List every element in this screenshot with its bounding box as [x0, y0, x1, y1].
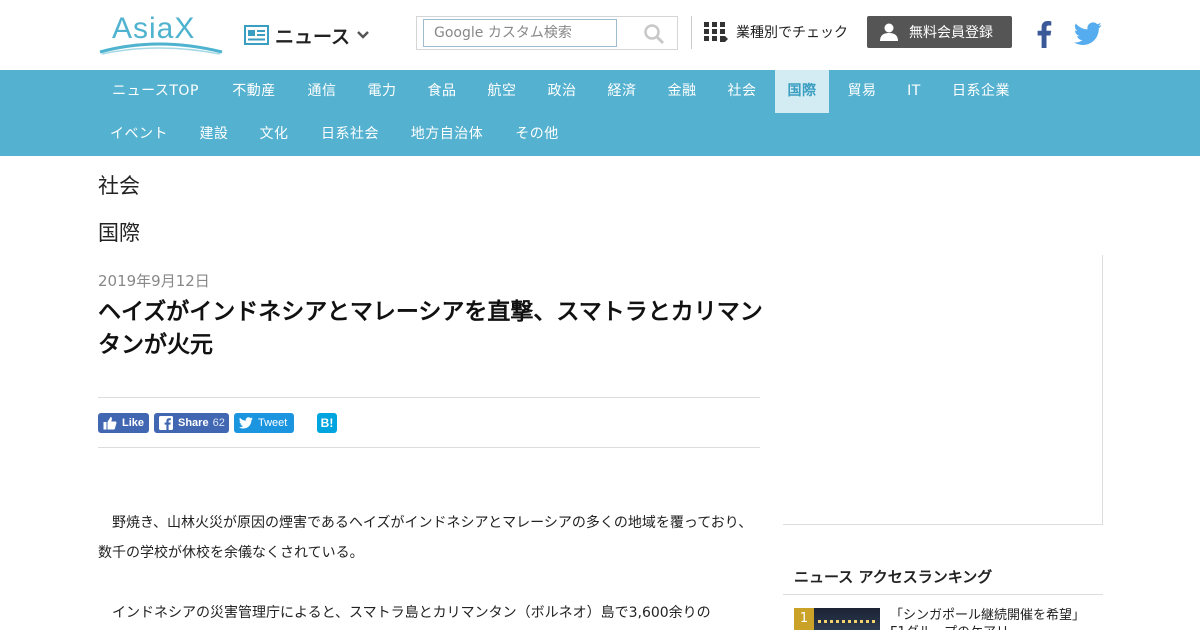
chevron-down-icon — [357, 31, 369, 39]
nav-item-power[interactable]: 電力 — [355, 70, 409, 113]
nav-item-politics[interactable]: 政治 — [535, 70, 589, 113]
register-button[interactable]: 無料会員登録 — [867, 16, 1012, 48]
hatena-bookmark-button[interactable]: B! — [317, 413, 337, 433]
category-nav: ニュースTOP 不動産 通信 電力 食品 航空 政治 経済 金融 社会 国際 貿… — [0, 70, 1200, 156]
facebook-like-button[interactable]: Like — [98, 413, 149, 433]
facebook-share-button[interactable]: Share 62 — [154, 413, 229, 433]
nav-item-international[interactable]: 国際 — [775, 70, 829, 113]
ranking-header: ニュース アクセスランキング — [783, 556, 1103, 595]
twitter-icon[interactable] — [1074, 22, 1102, 46]
tweet-button[interactable]: Tweet — [234, 413, 294, 433]
nav-item-events[interactable]: イベント — [98, 113, 180, 156]
search-input[interactable] — [423, 19, 617, 47]
nav-item-local-government[interactable]: 地方自治体 — [398, 113, 496, 156]
nav-item-japanese-companies[interactable]: 日系企業 — [941, 70, 1021, 113]
newspaper-icon — [244, 25, 269, 45]
share-divider-bottom — [98, 447, 760, 448]
category-label-international[interactable]: 国際 — [98, 217, 140, 247]
news-menu-dropdown[interactable]: ニュース — [244, 20, 370, 50]
search-icon[interactable] — [643, 23, 665, 45]
ranking-title: ニュース アクセスランキング — [794, 568, 993, 586]
facebook-square-icon — [159, 416, 173, 430]
nav-item-news-top[interactable]: ニュースTOP — [98, 70, 213, 113]
nav-item-culture[interactable]: 文化 — [247, 113, 301, 156]
share-count: 62 — [212, 417, 225, 429]
nav-item-telecom[interactable]: 通信 — [295, 70, 349, 113]
category-label-society[interactable]: 社会 — [98, 170, 140, 200]
nav-item-aviation[interactable]: 航空 — [475, 70, 529, 113]
facebook-share-label: Share — [178, 417, 209, 429]
nav-item-trade[interactable]: 貿易 — [835, 70, 889, 113]
article-paragraph: インドネシアの災害管理庁によると、スマトラ島とカリマンタン（ボルネオ）島で3,6… — [112, 605, 711, 621]
register-label: 無料会員登録 — [909, 25, 993, 41]
ranking-item-title: 「シンガポール継続開催を希望」F1グループのケアリー — [890, 608, 1086, 630]
article-paragraph: 野焼き、山林火災が原因の煙害であるヘイズがインドネシアとマレーシアの多くの地域を… — [98, 515, 753, 561]
article-date: 2019年9月12日 — [98, 272, 210, 290]
hatena-label: B! — [320, 416, 334, 430]
ranking-thumbnail — [814, 608, 880, 630]
nav-item-it[interactable]: IT — [895, 70, 933, 113]
nav-item-japanese-community[interactable]: 日系社会 — [308, 113, 392, 156]
nav-item-real-estate[interactable]: 不動産 — [220, 70, 288, 113]
news-menu-label: ニュース — [275, 25, 351, 48]
thumbs-up-icon — [103, 417, 117, 430]
user-icon — [880, 23, 898, 41]
facebook-icon[interactable] — [1036, 20, 1052, 48]
header-divider — [691, 16, 692, 49]
twitter-bird-icon — [239, 417, 253, 429]
nav-item-finance[interactable]: 金融 — [655, 70, 709, 113]
article-title: ヘイズがインドネシアとマレーシアを直撃、スマトラとカリマンタンが火元 — [98, 299, 763, 358]
search-box — [416, 16, 678, 50]
grid-icon — [704, 22, 728, 42]
industry-check-label: 業種別でチェック — [736, 25, 848, 41]
ranking-item[interactable]: 1 「シンガポール継続開催を希望」F1グループのケアリー — [794, 607, 1094, 630]
tweet-label: Tweet — [258, 417, 288, 429]
rank-number: 1 — [794, 608, 814, 630]
site-logo[interactable]: AsiaX — [98, 10, 224, 58]
logo-text: AsiaX — [112, 12, 196, 45]
nav-item-construction[interactable]: 建設 — [187, 113, 241, 156]
ad-placeholder — [783, 255, 1103, 525]
nav-item-economy[interactable]: 経済 — [595, 70, 649, 113]
nav-item-food[interactable]: 食品 — [415, 70, 469, 113]
industry-check-link[interactable]: 業種別でチェック — [704, 22, 848, 42]
share-divider-top — [98, 397, 760, 398]
site-header: AsiaX ニュース 業種別でチェック — [0, 0, 1200, 70]
nav-item-society[interactable]: 社会 — [715, 70, 769, 113]
facebook-like-label: Like — [122, 417, 145, 429]
nav-item-other[interactable]: その他 — [503, 113, 571, 156]
